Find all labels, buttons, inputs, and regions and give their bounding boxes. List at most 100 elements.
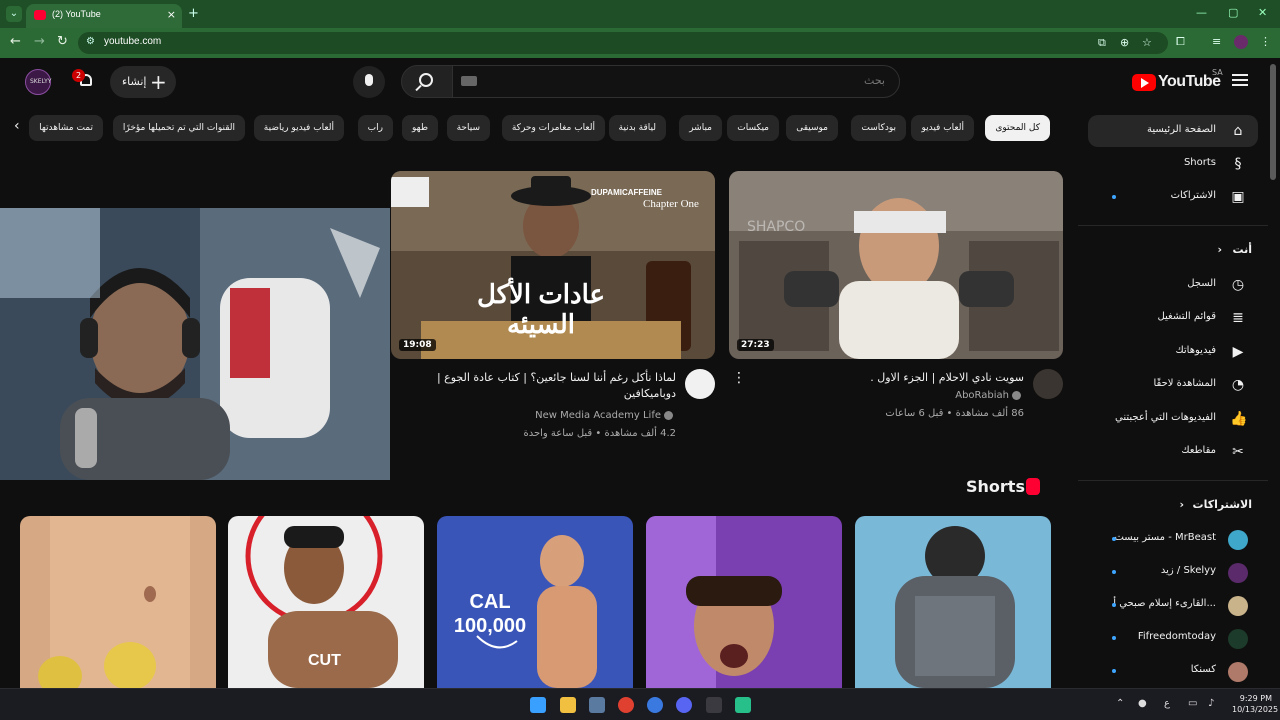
short-card[interactable] bbox=[855, 516, 1051, 688]
file-explorer-icon[interactable] bbox=[560, 697, 576, 713]
filter-chip[interactable]: ميكسات bbox=[727, 115, 779, 141]
maximize-icon[interactable]: ▢ bbox=[1228, 6, 1238, 19]
youtube-play-icon bbox=[1132, 74, 1156, 91]
window-close-icon[interactable]: ✕ bbox=[1258, 6, 1267, 19]
watch-later-icon: ◔ bbox=[1231, 377, 1245, 394]
short-thumbnail bbox=[20, 516, 216, 688]
video-thumbnail[interactable]: DUPAMICAFFEINE Chapter One عادات الأكل ا… bbox=[391, 171, 715, 359]
start-menu-icon[interactable] bbox=[530, 697, 546, 713]
sidebar-item[interactable]: ▣ الاشتراكات bbox=[1088, 181, 1258, 213]
video-channel[interactable]: AboRabiah bbox=[760, 390, 1024, 401]
sidebar-subscription[interactable]: مستر بيست - MrBeast bbox=[1088, 523, 1258, 555]
filter-chip[interactable]: مباشر bbox=[679, 115, 722, 141]
extensions-icon[interactable]: ⧠ bbox=[1176, 35, 1185, 49]
sidebar-subscription[interactable]: كسنكا bbox=[1088, 655, 1258, 687]
tray-mic-icon[interactable]: ● bbox=[1138, 698, 1147, 709]
filter-chip[interactable]: طهو bbox=[402, 115, 438, 141]
forward-icon[interactable]: → bbox=[34, 34, 45, 49]
sidebar-item[interactable]: ⌂ الصفحة الرئيسية bbox=[1088, 115, 1258, 147]
search-placeholder: بحث bbox=[864, 74, 885, 87]
system-clock[interactable]: 9:29 PM 10/13/2025 bbox=[1232, 693, 1278, 715]
sidebar-item[interactable]: § Shorts bbox=[1088, 148, 1258, 180]
sidebar-item[interactable]: ▶ فيديوهاتك bbox=[1088, 336, 1258, 368]
store-icon[interactable] bbox=[589, 697, 605, 713]
video-channel[interactable]: New Media Academy Life bbox=[400, 410, 676, 421]
chips-scroll-left-icon[interactable]: ‹ bbox=[14, 118, 20, 134]
filter-chip[interactable]: ألعاب مغامرات وحركة bbox=[501, 115, 605, 141]
zoom-icon[interactable]: ⊕ bbox=[1120, 36, 1129, 49]
filter-chip[interactable]: سياحة bbox=[446, 115, 490, 141]
video-title[interactable]: سويت نادي الاحلام | الجزء الاول . bbox=[760, 370, 1024, 386]
sidebar-item[interactable]: 👍 الفيديوهات التي أعجبتني bbox=[1088, 403, 1258, 435]
search-input[interactable]: بحث bbox=[446, 65, 900, 98]
short-card[interactable] bbox=[646, 516, 842, 688]
bookmark-star-icon[interactable]: ☆ bbox=[1142, 36, 1152, 49]
app-icon[interactable] bbox=[647, 697, 663, 713]
short-card[interactable] bbox=[20, 516, 216, 688]
reload-icon[interactable]: ↻ bbox=[57, 34, 68, 49]
sidebar-item[interactable]: ✂ مقاطعك bbox=[1088, 436, 1258, 468]
channel-avatar[interactable] bbox=[685, 369, 715, 399]
live-preview-player[interactable]: ⋮ bbox=[0, 208, 390, 480]
page-scrollbar[interactable] bbox=[1270, 64, 1276, 180]
keyboard-icon[interactable] bbox=[461, 76, 477, 86]
tab-close-icon[interactable]: × bbox=[167, 8, 176, 21]
short-card[interactable]: CUT bbox=[228, 516, 424, 688]
sidebar-subscriptions-heading[interactable]: الاشتراكات bbox=[1193, 498, 1252, 511]
new-tab-icon[interactable]: + bbox=[188, 6, 199, 21]
sidebar-subscription[interactable]: Fifreedomtoday bbox=[1088, 622, 1258, 654]
clips-icon: ✂ bbox=[1232, 444, 1244, 460]
sidebar-item[interactable]: ≣ قوائم التشغيل bbox=[1088, 302, 1258, 334]
chrome-icon[interactable] bbox=[618, 697, 634, 713]
sidebar-item[interactable]: ◷ السجل bbox=[1088, 269, 1258, 301]
browser-menu-icon[interactable]: ⋮ bbox=[1260, 35, 1271, 48]
region-code: SA bbox=[1212, 68, 1223, 77]
terminal-icon[interactable] bbox=[706, 697, 722, 713]
youtube-logo[interactable]: YouTube bbox=[1132, 72, 1221, 92]
tab-search-chevron-icon[interactable]: ⌄ bbox=[6, 6, 22, 22]
browser-tab[interactable]: (2) YouTube × bbox=[26, 4, 182, 28]
filter-chip[interactable]: راب bbox=[357, 115, 393, 141]
create-button[interactable]: + إنشاء bbox=[110, 66, 176, 98]
filter-chip[interactable]: ألعاب فيديو bbox=[911, 115, 974, 141]
browser-profile-avatar[interactable] bbox=[1234, 35, 1248, 49]
channel-avatar[interactable] bbox=[1033, 369, 1063, 399]
sidebar-subscription[interactable]: زيد / Skelyy bbox=[1088, 556, 1258, 588]
tray-overflow-icon[interactable]: ⌃ bbox=[1116, 698, 1124, 709]
video-title[interactable]: لماذا نأكل رغم أننا لسنا جائعين؟ | كتاب … bbox=[400, 370, 676, 402]
media-controls-icon[interactable]: ≡ bbox=[1212, 35, 1221, 48]
guide-menu-icon[interactable] bbox=[1232, 74, 1248, 86]
input-language[interactable]: ع bbox=[1164, 698, 1170, 709]
network-icon[interactable]: ▭ bbox=[1188, 698, 1197, 709]
sidebar-item[interactable]: ◔ المشاهدة لاحقًا bbox=[1088, 369, 1258, 401]
discord-icon[interactable] bbox=[676, 697, 692, 713]
video-thumbnail[interactable]: SHAPCO 27:23 bbox=[729, 171, 1063, 359]
browser-tab-strip: ⌄ (2) YouTube × + — ▢ ✕ bbox=[0, 0, 1280, 28]
sidebar-item-label: فيديوهاتك bbox=[1175, 344, 1216, 356]
sidebar-you-heading[interactable]: أنت bbox=[1232, 243, 1252, 256]
voice-search-button[interactable] bbox=[353, 66, 385, 98]
search-button[interactable] bbox=[401, 65, 453, 98]
active-app-icon[interactable] bbox=[735, 697, 751, 713]
volume-icon[interactable]: ♪ bbox=[1208, 698, 1214, 709]
back-icon[interactable]: ← bbox=[10, 34, 21, 49]
minimize-icon[interactable]: — bbox=[1196, 6, 1207, 19]
short-card[interactable]: CAL 100,000 bbox=[437, 516, 633, 688]
new-content-dot bbox=[1112, 537, 1116, 541]
install-app-icon[interactable]: ⧉ bbox=[1098, 36, 1106, 50]
filter-chip[interactable]: بودكاست bbox=[851, 115, 906, 141]
filter-chip[interactable]: القنوات التي تم تحميلها مؤخرًا bbox=[112, 115, 245, 141]
filter-chip[interactable]: لياقة بدنية bbox=[608, 115, 666, 141]
playlists-icon: ≣ bbox=[1232, 310, 1244, 327]
video-more-icon[interactable]: ⋮ bbox=[732, 370, 746, 386]
address-bar[interactable]: ⚙ youtube.com ⧉ ⊕ ☆ bbox=[78, 32, 1168, 54]
svg-text:SHAPCO: SHAPCO bbox=[747, 219, 805, 235]
filter-chip[interactable]: كل المحتوى bbox=[985, 115, 1050, 141]
filter-chip[interactable]: موسيقى bbox=[786, 115, 838, 141]
filter-chip[interactable]: تمت مشاهدتها bbox=[29, 115, 103, 141]
account-avatar[interactable]: SKELYY bbox=[25, 69, 51, 95]
short-thumbnail bbox=[646, 516, 842, 688]
filter-chip[interactable]: ألعاب فيديو رياضية bbox=[253, 115, 344, 141]
site-info-icon[interactable]: ⚙ bbox=[86, 36, 95, 47]
sidebar-subscription[interactable]: القارىء إسلام صبحي أ... bbox=[1088, 589, 1258, 621]
